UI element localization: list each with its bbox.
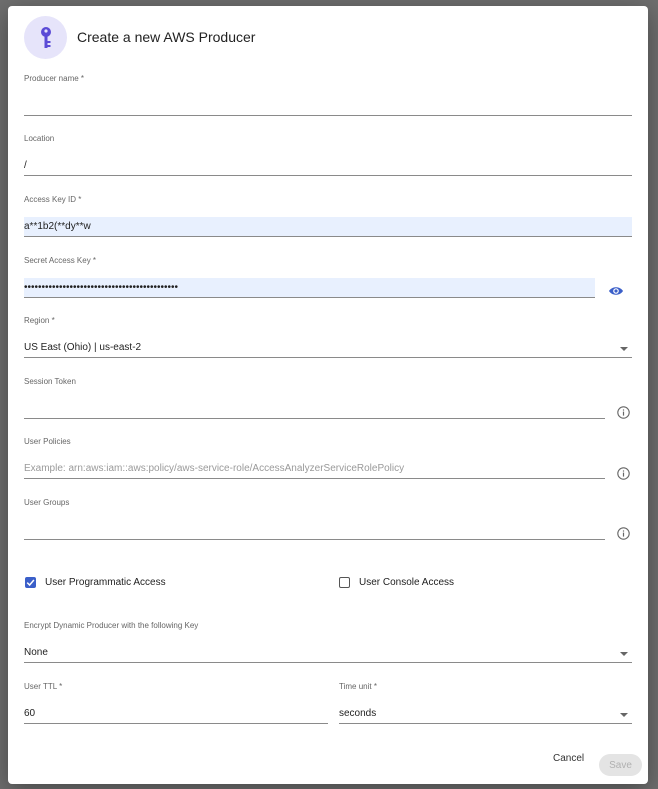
chevron-down-icon[interactable] bbox=[620, 347, 628, 351]
producer-name-field: Producer name * bbox=[24, 74, 632, 118]
user-ttl-label: User TTL * bbox=[24, 682, 63, 691]
region-value: US East (Ohio) | us-east-2 bbox=[24, 342, 142, 353]
console-access-checkbox[interactable]: User Console Access bbox=[339, 577, 454, 588]
info-icon[interactable] bbox=[617, 527, 630, 540]
info-icon[interactable] bbox=[617, 406, 630, 419]
region-label: Region * bbox=[24, 316, 55, 325]
region-select[interactable]: US East (Ohio) | us-east-2 bbox=[24, 338, 632, 358]
dialog-title: Create a new AWS Producer bbox=[77, 29, 256, 45]
encrypt-key-select[interactable]: None bbox=[24, 643, 632, 663]
secret-access-key-input[interactable] bbox=[24, 278, 595, 298]
user-policies-input[interactable] bbox=[24, 459, 605, 479]
user-policies-field: User Policies bbox=[24, 437, 632, 481]
location-input[interactable] bbox=[24, 156, 632, 176]
user-groups-label: User Groups bbox=[24, 498, 70, 507]
access-key-id-label: Access Key ID * bbox=[24, 195, 82, 204]
producer-name-label: Producer name * bbox=[24, 74, 85, 83]
user-policies-label: User Policies bbox=[24, 437, 71, 446]
checkbox-checked-icon[interactable] bbox=[25, 577, 36, 588]
eye-icon[interactable] bbox=[608, 285, 624, 297]
session-token-label: Session Token bbox=[24, 377, 76, 386]
encrypt-key-value: None bbox=[24, 647, 48, 658]
time-unit-value: seconds bbox=[339, 708, 377, 719]
producer-name-input[interactable] bbox=[24, 96, 632, 116]
info-icon[interactable] bbox=[617, 467, 630, 480]
console-access-label: User Console Access bbox=[359, 577, 455, 588]
key-icon bbox=[40, 26, 51, 48]
checkbox-unchecked-icon[interactable] bbox=[339, 577, 350, 588]
chevron-down-icon[interactable] bbox=[620, 713, 628, 717]
programmatic-access-label: User Programmatic Access bbox=[45, 577, 166, 588]
create-producer-dialog: Create a new AWS Producer Producer name … bbox=[8, 6, 648, 784]
save-button[interactable]: Save bbox=[599, 754, 642, 776]
time-unit-select[interactable]: seconds bbox=[339, 704, 632, 724]
region-field: Region * US East (Ohio) | us-east-2 bbox=[24, 316, 632, 360]
location-label: Location bbox=[24, 134, 55, 143]
secret-access-key-label: Secret Access Key * bbox=[24, 256, 97, 265]
user-ttl-field: User TTL * bbox=[24, 682, 328, 726]
user-groups-input[interactable] bbox=[24, 520, 605, 540]
encrypt-key-field: Encrypt Dynamic Producer with the follow… bbox=[24, 621, 632, 665]
access-key-id-input[interactable] bbox=[24, 217, 632, 237]
time-unit-field: Time unit * seconds bbox=[339, 682, 632, 726]
producer-avatar bbox=[24, 16, 67, 59]
access-key-id-field: Access Key ID * bbox=[24, 195, 632, 239]
secret-access-key-field: Secret Access Key * bbox=[24, 256, 632, 300]
session-token-field: Session Token bbox=[24, 377, 632, 421]
cancel-button[interactable]: Cancel bbox=[553, 753, 584, 764]
user-ttl-input[interactable] bbox=[24, 704, 328, 724]
programmatic-access-checkbox[interactable]: User Programmatic Access bbox=[25, 577, 166, 588]
user-groups-field: User Groups bbox=[24, 498, 632, 542]
encrypt-key-label: Encrypt Dynamic Producer with the follow… bbox=[24, 621, 199, 630]
session-token-input[interactable] bbox=[24, 399, 605, 419]
chevron-down-icon[interactable] bbox=[620, 652, 628, 656]
location-field: Location bbox=[24, 134, 632, 178]
time-unit-label: Time unit * bbox=[339, 682, 377, 691]
